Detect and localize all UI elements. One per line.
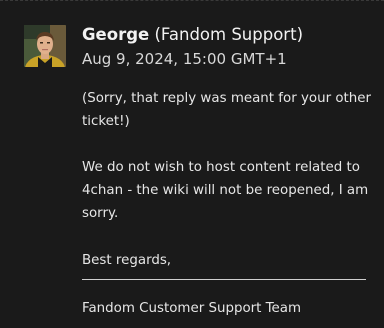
message-closing: Best regards, [82, 253, 172, 268]
message-timestamp: Aug 9, 2024, 15:00 GMT+1 [82, 50, 287, 68]
author-role: (Fandom Support) [154, 25, 304, 44]
user-avatar-icon [24, 25, 66, 67]
message-paragraph: We do not wish to host content related t… [82, 160, 369, 221]
support-message: George (Fandom Support) Aug 9, 2024, 15:… [0, 0, 384, 328]
signature-divider [82, 279, 366, 280]
author-name: George [82, 25, 150, 44]
message-paragraph: (Sorry, that reply was meant for your ot… [82, 91, 372, 129]
author-line: George (Fandom Support) [82, 24, 303, 46]
signature: Fandom Customer Support Team [82, 301, 302, 316]
